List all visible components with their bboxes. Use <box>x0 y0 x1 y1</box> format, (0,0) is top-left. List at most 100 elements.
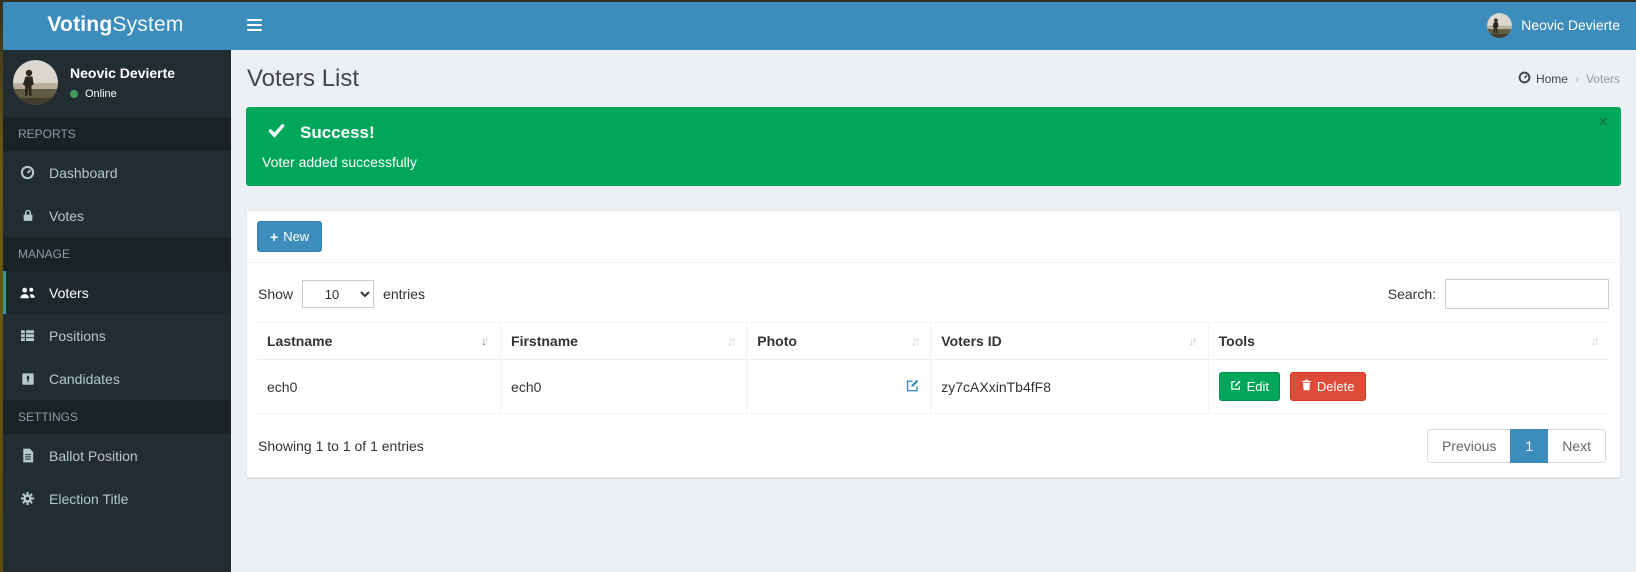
alert-title-row: Success! <box>261 123 1586 143</box>
page-length-control: Show 10 entries <box>258 280 425 308</box>
sidebar-item-election-title[interactable]: Election Title <box>3 477 231 520</box>
photo-edit-link[interactable] <box>905 378 920 396</box>
sidebar-item-label: Election Title <box>49 491 128 507</box>
candidate-tie-icon <box>18 372 37 386</box>
gear-icon <box>18 491 37 506</box>
box-header: + New <box>247 211 1620 263</box>
cell-firstname: ech0 <box>501 360 747 414</box>
new-button-label: New <box>283 229 309 244</box>
page-title: Voters List <box>247 65 359 93</box>
column-header-photo[interactable]: Photo ↓↑ <box>747 323 931 360</box>
table-row: ech0 ech0 zy7cAXxinTb4fF8 <box>257 360 1610 414</box>
sidebar-section-manage: MANAGE <box>3 237 231 271</box>
sidebar-item-dashboard[interactable]: Dashboard <box>3 151 231 194</box>
sidebar-item-voters[interactable]: Voters <box>3 271 231 314</box>
alert-title: Success! <box>300 123 375 143</box>
sort-icon: ↓↑ <box>1591 334 1600 348</box>
edit-pencil-square-icon <box>905 378 920 396</box>
column-header-voters-id[interactable]: Voters ID ↓↑ <box>931 323 1208 360</box>
top-navbar: Neovic Devierte <box>231 0 1636 50</box>
brand-light: System <box>112 13 183 37</box>
sort-icon: ↓↑ <box>911 334 920 348</box>
success-alert: Success! Voter added successfully × <box>246 107 1621 186</box>
sidebar-item-label: Candidates <box>49 371 120 387</box>
entries-select[interactable]: 10 <box>302 280 374 308</box>
breadcrumb: Home › Voters <box>1518 71 1620 87</box>
new-voter-button[interactable]: + New <box>257 221 322 252</box>
trash-icon <box>1301 379 1312 394</box>
column-header-lastname[interactable]: Lastname ↓↑ <box>257 323 501 360</box>
entries-label: entries <box>383 286 425 302</box>
sidebar-user-name: Neovic Devierte <box>70 65 175 81</box>
sidebar-item-candidates[interactable]: Candidates <box>3 357 231 400</box>
cell-photo <box>747 360 931 414</box>
voters-box: + New Show 10 entries Search: <box>246 210 1621 478</box>
dashboard-icon <box>1518 71 1531 87</box>
pagination-next[interactable]: Next <box>1547 429 1606 463</box>
box-body: Show 10 entries Search: Lastname <box>247 263 1620 477</box>
content-wrapper: Voters List Home › Voters Success! Voter… <box>231 50 1636 572</box>
user-avatar <box>1487 13 1512 38</box>
sort-icon: ↓↑ <box>481 334 490 348</box>
sidebar-item-votes[interactable]: Votes <box>3 194 231 237</box>
sidebar-item-label: Positions <box>49 328 106 344</box>
sidebar-user-status[interactable]: Online <box>70 88 175 100</box>
delete-button-label: Delete <box>1317 379 1355 394</box>
datatable-footer: Showing 1 to 1 of 1 entries Previous 1 N… <box>257 414 1610 469</box>
alert-message: Voter added successfully <box>261 154 1586 170</box>
breadcrumb-separator: › <box>1575 72 1579 86</box>
breadcrumb-home-label: Home <box>1536 72 1568 86</box>
online-status-label: Online <box>85 88 117 100</box>
sort-icon: ↓↑ <box>1189 334 1198 348</box>
search-input[interactable] <box>1445 279 1609 309</box>
search-label: Search: <box>1388 286 1436 302</box>
search-control: Search: <box>1388 279 1609 309</box>
sidebar-user-panel: Neovic Devierte Online <box>3 50 231 117</box>
voters-table: Lastname ↓↑ Firstname ↓↑ Photo ↓↑ Vote <box>257 322 1610 414</box>
navbar-user-name: Neovic Devierte <box>1521 17 1620 33</box>
cell-voters-id: zy7cAXxinTb4fF8 <box>931 360 1208 414</box>
main-sidebar: Neovic Devierte Online REPORTS Dashboard… <box>0 50 231 572</box>
main-header: VotingSystem Neovic Devierte <box>0 0 1636 50</box>
delete-button[interactable]: Delete <box>1290 372 1366 401</box>
sidebar-item-label: Ballot Position <box>49 448 138 464</box>
cell-lastname: ech0 <box>257 360 501 414</box>
pagination-page-1[interactable]: 1 <box>1510 429 1548 463</box>
breadcrumb-current: Voters <box>1586 72 1620 86</box>
pagination-previous[interactable]: Previous <box>1427 429 1511 463</box>
table-header-row: Lastname ↓↑ Firstname ↓↑ Photo ↓↑ Vote <box>257 323 1610 360</box>
column-header-tools[interactable]: Tools ↓↑ <box>1208 323 1610 360</box>
sidebar-toggle-icon[interactable] <box>231 0 277 50</box>
users-icon <box>18 286 37 300</box>
sidebar-item-label: Voters <box>49 285 89 301</box>
check-icon <box>268 123 285 143</box>
sidebar-section-settings: SETTINGS <box>3 400 231 434</box>
navbar-user-menu[interactable]: Neovic Devierte <box>1471 0 1636 50</box>
user-avatar <box>13 60 58 105</box>
sidebar-item-positions[interactable]: Positions <box>3 314 231 357</box>
breadcrumb-home-link[interactable]: Home <box>1518 71 1568 87</box>
sidebar-item-label: Dashboard <box>49 165 118 181</box>
sidebar-item-label: Votes <box>49 208 84 224</box>
online-status-icon <box>70 90 78 98</box>
pagination: Previous 1 Next <box>1427 429 1606 463</box>
alert-close-icon[interactable]: × <box>1598 113 1608 130</box>
sidebar-section-reports: REPORTS <box>3 117 231 151</box>
sort-icon: ↓↑ <box>727 334 736 348</box>
edit-pencil-icon <box>1230 379 1242 394</box>
edit-button[interactable]: Edit <box>1219 372 1280 401</box>
edit-button-label: Edit <box>1247 379 1269 394</box>
content-header: Voters List Home › Voters <box>246 65 1621 93</box>
file-text-icon <box>18 448 37 463</box>
plus-icon: + <box>270 230 278 244</box>
sidebar-item-ballot-position[interactable]: Ballot Position <box>3 434 231 477</box>
window-edge-top <box>0 0 1636 2</box>
table-info: Showing 1 to 1 of 1 entries <box>258 438 424 454</box>
show-label: Show <box>258 286 293 302</box>
brand-logo[interactable]: VotingSystem <box>0 0 231 50</box>
cell-tools: Edit Delete <box>1208 360 1610 414</box>
dashboard-icon <box>18 165 37 180</box>
column-header-firstname[interactable]: Firstname ↓↑ <box>501 323 747 360</box>
brand-bold: Voting <box>47 13 112 37</box>
datatable-controls: Show 10 entries Search: <box>257 273 1610 322</box>
